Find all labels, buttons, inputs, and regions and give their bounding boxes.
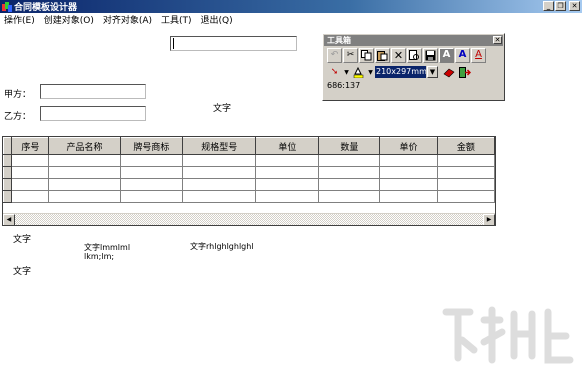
column-header[interactable]: 牌号商标 — [119, 137, 184, 155]
table-row[interactable] — [3, 166, 495, 179]
row-header[interactable] — [3, 190, 13, 203]
text-object-d[interactable]: 文字 — [13, 264, 31, 277]
save-icon[interactable] — [423, 47, 438, 63]
party-a-input[interactable] — [40, 84, 146, 99]
app-icon — [2, 1, 12, 12]
column-header[interactable]: 产品名称 — [48, 137, 121, 155]
close-button[interactable]: ✕ — [569, 1, 580, 11]
toolbox-close-button[interactable]: ✕ — [493, 36, 502, 44]
chevron-down-icon[interactable]: ▼ — [427, 66, 438, 78]
menu-tools[interactable]: 工具(T) — [157, 13, 197, 26]
scroll-track[interactable] — [14, 214, 484, 225]
party-b-input[interactable] — [40, 106, 146, 121]
pointer-dropdown-icon[interactable]: ▼ — [343, 69, 350, 76]
menu-align-object[interactable]: 对齐对象(A) — [99, 13, 157, 26]
toolbox-row-2: ➘ ▼ ▼ 210x297mm ▼ — [323, 64, 504, 80]
window-titlebar[interactable]: 合同模板设计器 _ ❐ ✕ — [0, 0, 582, 13]
menu-operate[interactable]: 操作(E) — [0, 13, 40, 26]
scroll-left-icon[interactable]: ◀ — [3, 214, 15, 225]
text-object-c[interactable]: 文字rhlghlghlghl — [190, 241, 254, 252]
text-caret — [173, 38, 174, 49]
fill-color-icon[interactable] — [351, 65, 366, 80]
grid-header-row: 序号 产品名称 牌号商标 规格型号 单位 数量 单价 金额 — [3, 137, 495, 155]
text-object-b-line2[interactable]: lkm;lm; — [84, 252, 114, 261]
column-header[interactable]: 金额 — [436, 137, 495, 155]
toolbox-panel: 工具箱 ✕ ↶ ✂ ✕ A A A ➘ ▼ ▼ 210x297mm ▼ 686:… — [322, 33, 505, 101]
window-controls: _ ❐ ✕ — [543, 1, 580, 11]
preview-icon[interactable] — [407, 47, 422, 63]
delete-icon[interactable]: ✕ — [391, 47, 406, 63]
menu-bar: 操作(E) 创建对象(O) 对齐对象(A) 工具(T) 退出(Q) — [0, 13, 582, 26]
minimize-button[interactable]: _ — [543, 1, 554, 11]
table-row[interactable] — [3, 190, 495, 203]
grid-corner — [3, 137, 13, 155]
data-grid[interactable]: 序号 产品名称 牌号商标 规格型号 单位 数量 单价 金额 ◀ ▶ — [2, 136, 496, 226]
table-row[interactable] — [3, 154, 495, 167]
cursor-coordinates: 686:137 — [327, 81, 361, 90]
table-row[interactable] — [3, 178, 495, 191]
text-object-a[interactable]: 文字 — [13, 232, 31, 245]
column-header[interactable]: 序号 — [11, 137, 50, 155]
row-header[interactable] — [3, 154, 13, 167]
column-header[interactable]: 单价 — [379, 137, 438, 155]
horizontal-scrollbar[interactable]: ◀ ▶ — [3, 213, 495, 225]
scroll-right-icon[interactable]: ▶ — [483, 214, 495, 225]
toolbox-titlebar[interactable]: 工具箱 ✕ — [324, 35, 503, 46]
paste-icon[interactable] — [375, 47, 390, 63]
copy-icon[interactable] — [359, 47, 374, 63]
column-header[interactable]: 单位 — [255, 137, 320, 155]
grid-table: 序号 产品名称 牌号商标 规格型号 单位 数量 单价 金额 — [3, 137, 495, 203]
pointer-icon[interactable]: ➘ — [327, 65, 342, 80]
eraser-icon[interactable] — [441, 65, 456, 80]
party-a-label: 甲方： — [4, 90, 32, 100]
restore-button[interactable]: ❐ — [555, 1, 566, 11]
fill-dropdown-icon[interactable]: ▼ — [367, 69, 374, 76]
row-header[interactable] — [3, 178, 13, 191]
toolbox-title: 工具箱 — [327, 36, 351, 45]
text-object-label[interactable]: 文字 — [213, 101, 231, 114]
menu-exit[interactable]: 退出(Q) — [197, 13, 238, 26]
undo-icon[interactable]: ↶ — [327, 47, 342, 63]
exit-icon[interactable] — [457, 65, 472, 80]
paper-size-select[interactable]: 210x297mm — [375, 66, 426, 78]
column-header[interactable]: 规格型号 — [181, 137, 257, 155]
column-header[interactable]: 数量 — [318, 137, 381, 155]
top-text-field[interactable] — [170, 36, 297, 51]
row-header[interactable] — [3, 166, 13, 179]
font-a-icon[interactable]: A — [455, 47, 470, 63]
window-title: 合同模板设计器 — [14, 3, 78, 13]
party-b-label: 乙方： — [4, 112, 32, 122]
toolbox-row-1: ↶ ✂ ✕ A A A — [323, 47, 504, 63]
bold-a-icon[interactable]: A — [439, 47, 454, 63]
cut-icon[interactable]: ✂ — [343, 47, 358, 63]
watermark-logo — [442, 306, 574, 364]
text-color-icon[interactable]: A — [471, 47, 486, 63]
menu-create-object[interactable]: 创建对象(O) — [40, 13, 99, 26]
